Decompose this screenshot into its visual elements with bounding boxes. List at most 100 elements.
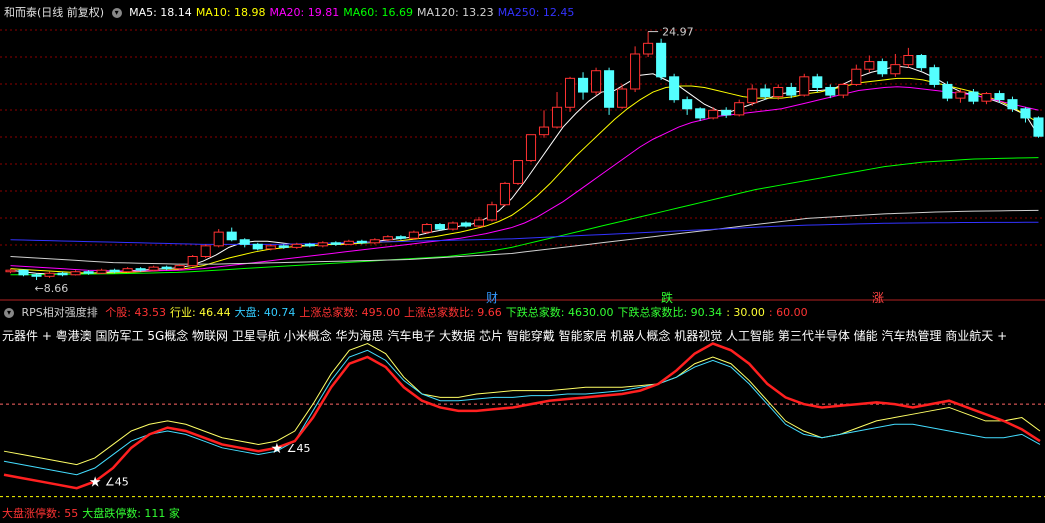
- candle-body: [291, 243, 302, 248]
- candle-body: [695, 108, 706, 119]
- candle-body: [187, 256, 198, 267]
- rps-stock-line: [3, 342, 1041, 490]
- rps-stat-0: 个股: 43.53: [105, 306, 166, 319]
- candle-body: [877, 61, 888, 75]
- ma-line-ma60: [10, 157, 1039, 276]
- rps-stat-1: 行业: 46.44: [169, 306, 231, 319]
- candle-body: [356, 240, 367, 244]
- ma-legend: MA5: 18.14 MA10: 18.98 MA20: 19.81 MA60: 16…: [129, 6, 578, 19]
- candle-body: [252, 243, 263, 250]
- candle-body: [512, 160, 524, 184]
- candle-body: [591, 70, 602, 93]
- candle-body: [369, 239, 380, 244]
- candle-body: [525, 134, 537, 162]
- candle-body: [812, 76, 823, 88]
- candle-body: [265, 245, 276, 250]
- candle-body: [1007, 99, 1018, 110]
- candle-body: [161, 266, 172, 270]
- candle-body: [304, 243, 315, 247]
- candle-body: [578, 77, 589, 93]
- candle-body: [330, 242, 341, 245]
- candle-body: [825, 86, 836, 96]
- candle-body: [604, 70, 615, 108]
- star-icon: ★: [89, 474, 102, 490]
- marker-label-0: ∠45: [105, 475, 129, 488]
- stock-title: 和而泰(日线 前复权): [4, 6, 105, 19]
- candle-body: [630, 53, 641, 90]
- candle-body: [955, 91, 966, 99]
- candle-body: [708, 109, 719, 119]
- event-tag-up[interactable]: 涨: [872, 289, 884, 306]
- candle-body: [773, 86, 784, 98]
- rps-stat-8: : 60.00: [768, 306, 808, 319]
- candle-body: [70, 271, 81, 276]
- ma-value-4: MA120: 13.23: [416, 6, 494, 19]
- high-price-label: 24.97: [662, 26, 694, 39]
- ma-value-1: MA10: 18.98: [195, 6, 266, 19]
- rps-stats: 个股: 43.53 行业: 46.44 大盘: 40.74 上涨总家数: 495.00…: [105, 306, 811, 319]
- candle-body: [890, 64, 901, 75]
- candle-body: [421, 224, 432, 233]
- star-icon: ★: [271, 441, 284, 457]
- event-tag-down[interactable]: 跌: [661, 289, 673, 306]
- concept-list: 元器件 + 粤港澳 国防军工 5G概念 物联网 卫星导航 小米概念 华为海思 汽…: [2, 329, 1008, 343]
- candle-body: [747, 88, 758, 104]
- candle-body: [148, 266, 159, 271]
- settings-icon[interactable]: ▾: [4, 308, 14, 318]
- candle-body: [538, 126, 550, 136]
- candle-body: [343, 240, 354, 245]
- ma-value-5: MA250: 12.45: [497, 6, 575, 19]
- candle-body: [656, 42, 667, 78]
- candle-body: [460, 222, 471, 227]
- candle-body: [864, 61, 875, 70]
- marker-label-1: ∠45: [287, 442, 311, 455]
- ma-line-ma120: [10, 209, 1039, 265]
- candle-body: [981, 93, 992, 102]
- candle-body: [799, 76, 810, 96]
- rps-stat-5: 下跌总家数: 4630.00: [505, 306, 614, 319]
- candle-body: [786, 86, 797, 96]
- rps-stat-3: 上涨总家数: 495.00: [299, 306, 401, 319]
- candle-body: [382, 236, 393, 241]
- ma-line-ma5: [10, 65, 1039, 275]
- candle-body: [174, 265, 185, 270]
- ma-value-2: MA20: 19.81: [269, 6, 340, 19]
- candle-body: [499, 182, 511, 206]
- candle-body: [317, 242, 328, 247]
- candle-body: [44, 272, 55, 277]
- rps-market-line: [3, 349, 1041, 476]
- candle-body: [200, 245, 211, 258]
- candle-body: [903, 55, 914, 66]
- event-tag-earnings[interactable]: 财: [486, 289, 498, 306]
- candle-body: [434, 224, 445, 230]
- limit-stats: 大盘涨停数: 55 大盘跌停数: 111 家: [2, 505, 184, 521]
- candle-body: [96, 269, 107, 274]
- candle-body: [838, 83, 849, 96]
- ma-line-ma250: [10, 221, 1039, 245]
- candle-body: [447, 222, 458, 230]
- candle-body: [5, 269, 16, 273]
- candle-body: [226, 231, 237, 241]
- candle-body: [721, 109, 732, 116]
- candle-body: [395, 236, 406, 239]
- candle-body: [31, 274, 42, 277]
- candle-body: [916, 55, 927, 69]
- settings-icon[interactable]: ▾: [111, 8, 122, 18]
- candle-body: [994, 93, 1005, 101]
- candle-body: [109, 269, 120, 273]
- candle-body: [473, 219, 485, 227]
- chart-canvas: 24.97←8.66★ ∠45★ ∠45: [0, 26, 1045, 498]
- candle-body: [929, 67, 940, 85]
- ma-value-0: MA5: 18.14: [129, 6, 192, 19]
- candle-body: [122, 268, 133, 273]
- ma-value-3: MA60: 16.69: [343, 6, 413, 19]
- candle-body: [278, 245, 289, 248]
- rps-stat-2: 大盘: 40.74: [234, 306, 296, 319]
- candle-body: [643, 42, 654, 55]
- candle-body: [486, 204, 498, 221]
- low-price-label: ←8.66: [35, 282, 69, 295]
- rps-stat-4: 上涨总家数比: 9.66: [404, 306, 502, 319]
- candle-body: [1020, 108, 1031, 119]
- candle-body: [564, 77, 576, 108]
- limit-stat-0: 大盘涨停数: 55: [2, 507, 79, 520]
